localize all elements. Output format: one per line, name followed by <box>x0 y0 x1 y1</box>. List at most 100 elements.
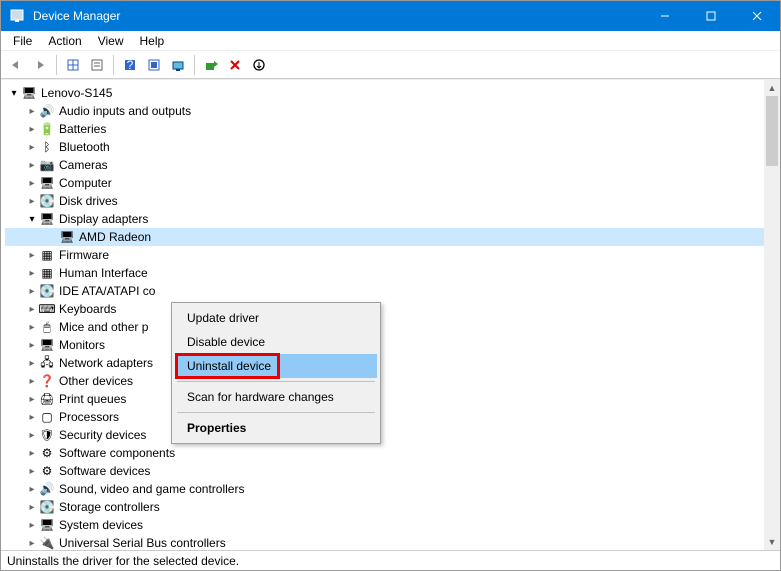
context-item-properties[interactable]: Properties <box>175 416 377 440</box>
tree-node-15[interactable]: 🖨Print queues <box>5 390 764 408</box>
titlebar: Device Manager <box>1 1 780 31</box>
context-item-update-driver[interactable]: Update driver <box>175 306 377 330</box>
scan-button[interactable] <box>167 54 189 76</box>
chevron-right-icon[interactable] <box>25 412 39 423</box>
chevron-right-icon[interactable] <box>25 394 39 405</box>
device-icon: 🖨 <box>39 391 55 407</box>
scan-hardware-button[interactable] <box>248 54 270 76</box>
tree-node-13[interactable]: 🖧Network adapters <box>5 354 764 372</box>
chevron-right-icon[interactable] <box>25 430 39 441</box>
tree-label: Display adapters <box>59 212 148 226</box>
tree-node-21[interactable]: 💽 Storage controllers <box>5 498 764 516</box>
tree-label: Universal Serial Bus controllers <box>59 536 226 550</box>
tree-node-6-child[interactable]: 🖥AMD Radeon <box>5 228 764 246</box>
showall-button[interactable] <box>143 54 165 76</box>
chevron-right-icon[interactable] <box>25 106 39 117</box>
toolbar: ? <box>1 51 780 79</box>
tree-node-17[interactable]: 🛡Security devices <box>5 426 764 444</box>
help-button[interactable]: ? <box>119 54 141 76</box>
tree-label: Processors <box>59 410 119 424</box>
window-title: Device Manager <box>33 9 642 23</box>
tree-node-4[interactable]: 🖥Computer <box>5 174 764 192</box>
device-icon: 📷 <box>39 157 55 173</box>
close-button[interactable] <box>734 1 780 31</box>
tree-node-20[interactable]: 🔊Sound, video and game controllers <box>5 480 764 498</box>
vertical-scrollbar[interactable]: ▲ ▼ <box>764 80 780 550</box>
chevron-right-icon[interactable] <box>25 358 39 369</box>
tree-node-12[interactable]: 🖥Monitors <box>5 336 764 354</box>
tree-label: System devices <box>59 518 143 532</box>
back-button[interactable] <box>5 54 27 76</box>
chevron-right-icon[interactable] <box>25 376 39 387</box>
tree-label: Storage controllers <box>59 500 160 514</box>
file-menu[interactable]: File <box>5 32 40 50</box>
context-item-uninstall-device[interactable]: Uninstall device <box>175 354 377 378</box>
action-menu[interactable]: Action <box>40 32 89 50</box>
device-icon: ⚙ <box>39 445 55 461</box>
device-icon: 💽 <box>39 499 55 515</box>
tree-node-18[interactable]: ⚙Software components <box>5 444 764 462</box>
tree-node-14[interactable]: ❓Other devices <box>5 372 764 390</box>
minimize-button[interactable] <box>642 1 688 31</box>
chevron-right-icon[interactable] <box>25 520 39 531</box>
update-driver-button[interactable] <box>200 54 222 76</box>
tree-node-1[interactable]: 🔋Batteries <box>5 120 764 138</box>
tree-node-16[interactable]: ▢ Processors <box>5 408 764 426</box>
tree-node-23[interactable]: 🔌 Universal Serial Bus controllers <box>5 534 764 550</box>
tree-node-3[interactable]: 📷Cameras <box>5 156 764 174</box>
chevron-right-icon[interactable] <box>25 286 39 297</box>
device-icon: 🔊 <box>39 481 55 497</box>
chevron-right-icon[interactable] <box>25 178 39 189</box>
tree-node-8[interactable]: ▦Human Interface <box>5 264 764 282</box>
chevron-down-icon[interactable] <box>25 214 39 225</box>
maximize-button[interactable] <box>688 1 734 31</box>
tree-node-2[interactable]: ᛒBluetooth <box>5 138 764 156</box>
chevron-right-icon[interactable] <box>25 466 39 477</box>
chevron-right-icon[interactable] <box>25 484 39 495</box>
show-hidden-button[interactable] <box>62 54 84 76</box>
forward-button[interactable] <box>29 54 51 76</box>
properties-button[interactable] <box>86 54 108 76</box>
chevron-down-icon[interactable] <box>7 88 21 99</box>
uninstall-button[interactable] <box>224 54 246 76</box>
chevron-right-icon[interactable] <box>25 322 39 333</box>
statusbar: Uninstalls the driver for the selected d… <box>1 550 780 570</box>
chevron-right-icon[interactable] <box>25 304 39 315</box>
help-menu[interactable]: Help <box>132 32 173 50</box>
tree-label: Batteries <box>59 122 106 136</box>
scroll-thumb[interactable] <box>766 96 778 166</box>
scroll-up-icon[interactable]: ▲ <box>764 80 780 96</box>
scroll-down-icon[interactable]: ▼ <box>764 534 780 550</box>
device-tree[interactable]: 🖥Lenovo-S145🔊Audio inputs and outputs🔋Ba… <box>1 80 764 550</box>
tree-node-0[interactable]: 🔊Audio inputs and outputs <box>5 102 764 120</box>
tree-node-7[interactable]: ▦Firmware <box>5 246 764 264</box>
chevron-right-icon[interactable] <box>25 124 39 135</box>
device-icon: 💽 <box>39 193 55 209</box>
context-menu: Update driverDisable deviceUninstall dev… <box>171 302 381 444</box>
tree-node-22[interactable]: 🖥System devices <box>5 516 764 534</box>
tree-node-19[interactable]: ⚙Software devices <box>5 462 764 480</box>
tree-node-6[interactable]: 🖥 Display adapters <box>5 210 764 228</box>
chevron-right-icon[interactable] <box>25 340 39 351</box>
tree-label: Security devices <box>59 428 146 442</box>
device-icon: 🖥 <box>39 211 55 227</box>
chevron-right-icon[interactable] <box>25 196 39 207</box>
tree-label: AMD Radeon <box>79 230 151 244</box>
chevron-right-icon[interactable] <box>25 502 39 513</box>
context-item-disable-device[interactable]: Disable device <box>175 330 377 354</box>
chevron-right-icon[interactable] <box>25 448 39 459</box>
chevron-right-icon[interactable] <box>25 250 39 261</box>
view-menu[interactable]: View <box>90 32 132 50</box>
tree-node-10[interactable]: ⌨Keyboards <box>5 300 764 318</box>
tree-node-9[interactable]: 💽IDE ATA/ATAPI co <box>5 282 764 300</box>
tree-node-11[interactable]: 🖱Mice and other p <box>5 318 764 336</box>
chevron-right-icon[interactable] <box>25 160 39 171</box>
tree-node-root[interactable]: 🖥Lenovo-S145 <box>5 84 764 102</box>
tree-node-5[interactable]: 💽Disk drives <box>5 192 764 210</box>
device-icon: 🔌 <box>39 535 55 550</box>
device-icon: ▢ <box>39 409 55 425</box>
chevron-right-icon[interactable] <box>25 538 39 549</box>
chevron-right-icon[interactable] <box>25 268 39 279</box>
chevron-right-icon[interactable] <box>25 142 39 153</box>
context-item-scan-for-hardware-changes[interactable]: Scan for hardware changes <box>175 385 377 409</box>
